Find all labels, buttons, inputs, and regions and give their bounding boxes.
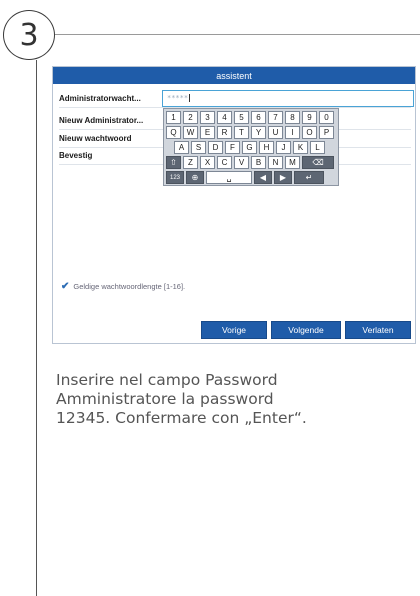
key[interactable]: 7 — [268, 111, 283, 124]
key[interactable]: 8 — [285, 111, 300, 124]
previous-button-label: Vorige — [221, 325, 247, 335]
form-row-admin-password: Administratorwacht... ***** — [59, 90, 414, 108]
key[interactable]: K — [293, 141, 308, 154]
key[interactable]: 6 — [251, 111, 266, 124]
key[interactable]: N — [268, 156, 283, 169]
key[interactable]: L — [310, 141, 325, 154]
key[interactable]: 9 — [302, 111, 317, 124]
key[interactable]: 4 — [217, 111, 232, 124]
key[interactable]: W — [183, 126, 198, 139]
exit-button[interactable]: Verlaten — [345, 321, 411, 339]
key[interactable]: I — [285, 126, 300, 139]
space-key-icon[interactable]: ␣ — [206, 171, 252, 184]
backspace-key-icon[interactable]: ⌫ — [302, 156, 334, 169]
enter-key-icon[interactable]: ↵ — [294, 171, 324, 184]
password-length-hint: ✔ Geldige wachtwoordlengte [1-16]. — [61, 281, 185, 292]
key[interactable]: D — [208, 141, 223, 154]
form-label: Administratorwacht... — [59, 94, 141, 103]
key[interactable]: T — [234, 126, 249, 139]
key[interactable]: E — [200, 126, 215, 139]
key[interactable]: G — [242, 141, 257, 154]
caption-line: Inserire nel campo Password — [56, 371, 278, 389]
key[interactable]: Q — [166, 126, 181, 139]
check-icon: ✔ — [61, 281, 70, 292]
globe-key-icon[interactable]: ⊕ — [186, 171, 204, 184]
caption-line: Amministratore la password — [56, 390, 274, 408]
next-button-label: Volgende — [288, 325, 324, 335]
window-title-bar: assistent — [53, 67, 415, 84]
step-number: 3 — [19, 17, 39, 53]
key[interactable]: 3 — [200, 111, 215, 124]
key[interactable]: U — [268, 126, 283, 139]
admin-password-input[interactable]: ***** — [162, 90, 414, 107]
key[interactable]: M — [285, 156, 300, 169]
key[interactable]: H — [259, 141, 274, 154]
caption-line: 12345. Confermare con „Enter“. — [56, 409, 307, 427]
key[interactable]: B — [251, 156, 266, 169]
step-number-badge: 3 — [3, 10, 55, 60]
onscreen-keyboard: 1 2 3 4 5 6 7 8 9 0 Q W E R T Y U I O P … — [163, 108, 339, 186]
shift-key-icon[interactable]: ⇧ — [166, 156, 181, 169]
form-label: Nieuw Administrator... — [59, 116, 144, 125]
key[interactable]: Z — [183, 156, 198, 169]
text-caret — [189, 94, 191, 102]
keyboard-row-bottom: 123 ⊕ ␣ ◀ ▶ ↵ — [166, 171, 336, 185]
key[interactable]: 0 — [319, 111, 334, 124]
keyboard-row-zxcv: ⇧ Z X C V B N M ⌫ — [166, 156, 336, 170]
key[interactable]: R — [217, 126, 232, 139]
key[interactable]: F — [225, 141, 240, 154]
next-button[interactable]: Volgende — [271, 321, 341, 339]
form-label: Nieuw wachtwoord — [59, 134, 132, 143]
key[interactable]: S — [191, 141, 206, 154]
key[interactable]: A — [174, 141, 189, 154]
key[interactable]: O — [302, 126, 317, 139]
arrow-right-key-icon[interactable]: ▶ — [274, 171, 292, 184]
key[interactable]: 2 — [183, 111, 198, 124]
keyboard-row-asdf: A S D F G H J K L — [166, 141, 336, 155]
numeric-toggle-key[interactable]: 123 — [166, 171, 184, 184]
form-label: Bevestig — [59, 151, 93, 160]
key[interactable]: 1 — [166, 111, 181, 124]
key[interactable]: Y — [251, 126, 266, 139]
instruction-caption: Inserire nel campo Password Amministrato… — [56, 371, 386, 428]
key[interactable]: J — [276, 141, 291, 154]
arrow-left-key-icon[interactable]: ◀ — [254, 171, 272, 184]
key[interactable]: 5 — [234, 111, 249, 124]
key[interactable]: X — [200, 156, 215, 169]
hint-text: Geldige wachtwoordlengte [1-16]. — [73, 282, 186, 291]
numeric-toggle-label: 123 — [169, 174, 180, 181]
exit-button-label: Verlaten — [362, 325, 394, 335]
step-rail — [36, 60, 37, 596]
keyboard-row-digits: 1 2 3 4 5 6 7 8 9 0 — [166, 111, 336, 125]
key[interactable]: C — [217, 156, 232, 169]
key[interactable]: P — [319, 126, 334, 139]
header-divider — [55, 34, 420, 35]
keyboard-row-qwerty: Q W E R T Y U I O P — [166, 126, 336, 140]
previous-button[interactable]: Vorige — [201, 321, 267, 339]
window-title: assistent — [216, 70, 252, 81]
key[interactable]: V — [234, 156, 249, 169]
password-mask: ***** — [167, 94, 189, 102]
